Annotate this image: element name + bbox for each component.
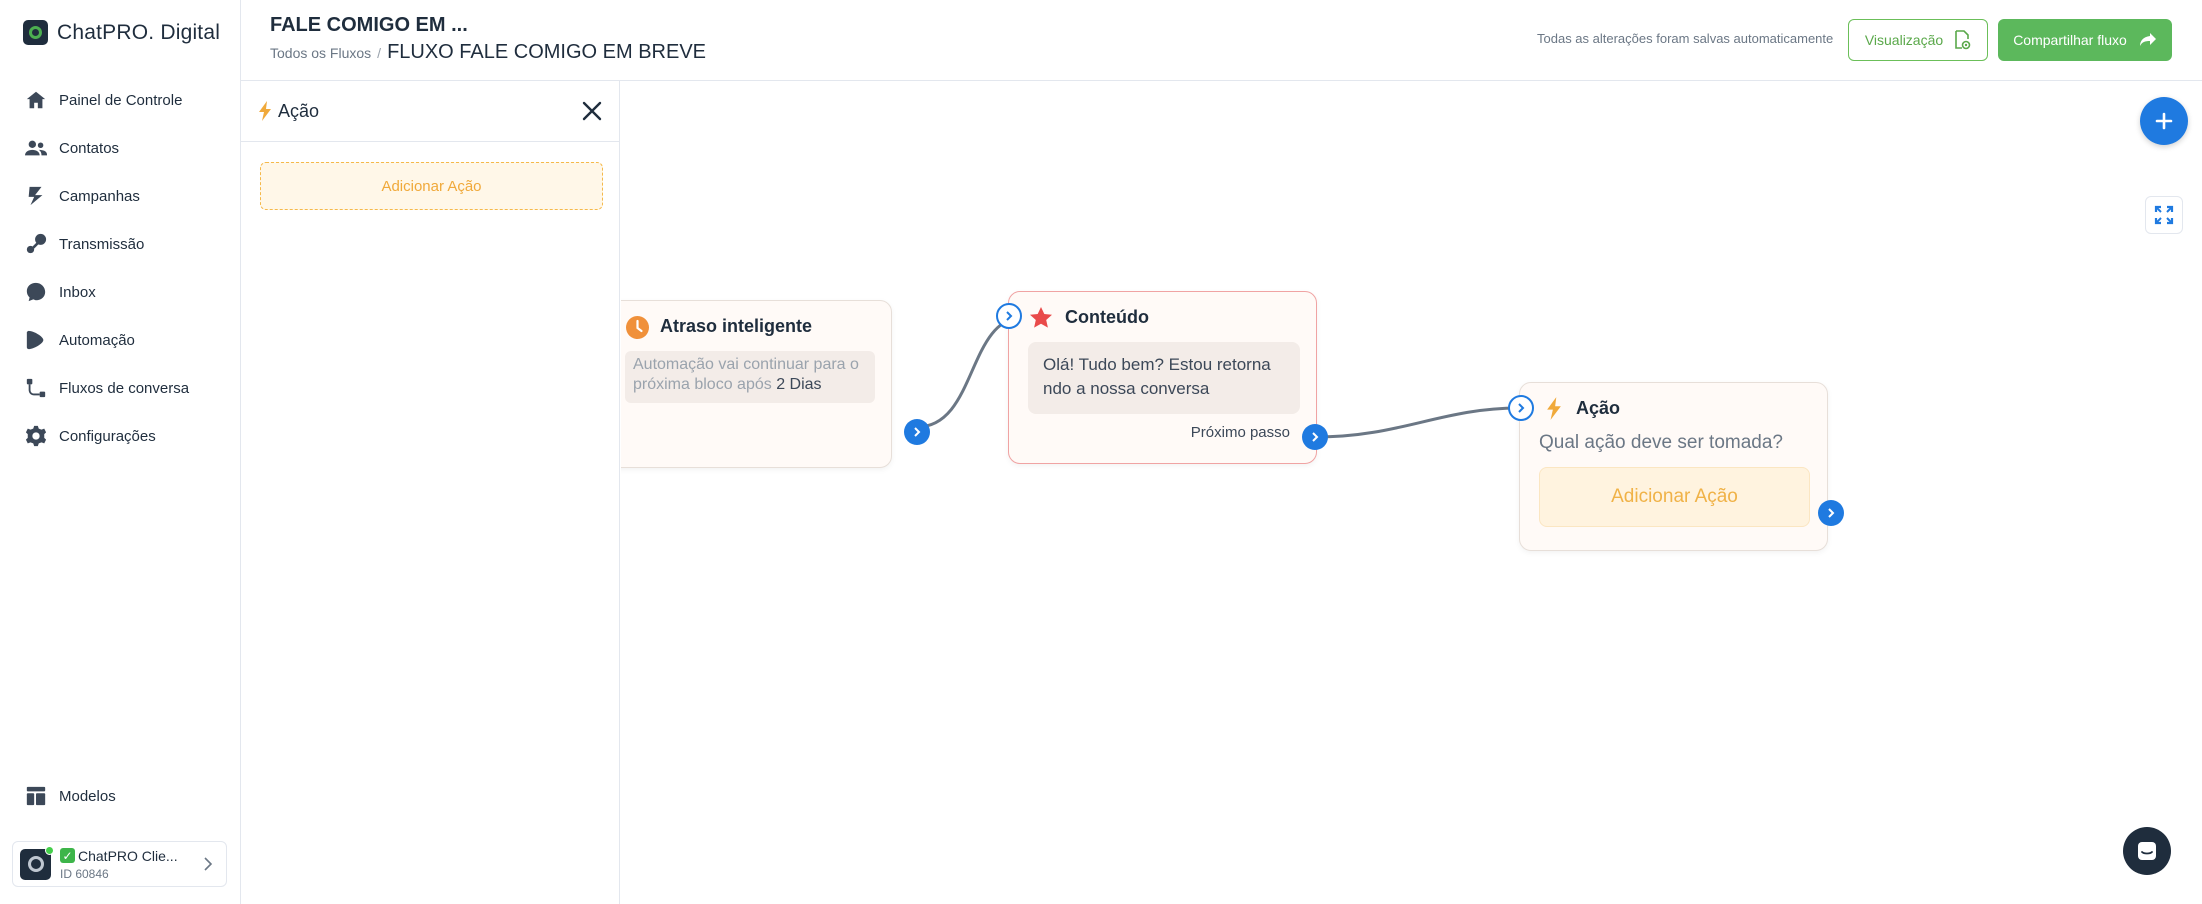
sidebar-item-label: Automação bbox=[59, 331, 135, 349]
content-output-port[interactable] bbox=[1302, 424, 1328, 450]
page-title: FALE COMIGO EM ... bbox=[270, 14, 468, 36]
chat-bubble-icon bbox=[26, 282, 46, 302]
flow-icon bbox=[26, 378, 46, 398]
share-flow-button[interactable]: Compartilhar fluxo bbox=[1998, 19, 2172, 61]
delay-node-description: Automação vai continuar para o próxima b… bbox=[625, 351, 875, 403]
sidebar-item-label: Fluxos de conversa bbox=[59, 379, 190, 397]
account-name-row: ✓ ChatPRO Clie... bbox=[60, 848, 178, 864]
flow-connectors bbox=[916, 315, 1520, 439]
sidebar-item-contacts[interactable]: Contatos bbox=[0, 124, 240, 172]
chevron-right-icon bbox=[1828, 508, 1835, 518]
page-header: FALE COMIGO EM ... Todos os Fluxos / FLU… bbox=[241, 0, 2202, 81]
sidebar-item-label: Inbox bbox=[59, 283, 96, 301]
add-action-button[interactable]: Adicionar Ação bbox=[1539, 467, 1810, 527]
delay-node-title: Atraso inteligente bbox=[660, 316, 813, 336]
sidebar-item-label: Modelos bbox=[59, 787, 116, 805]
templates-icon bbox=[26, 786, 46, 806]
message-bubble: Olá! Tudo bem? Estou retorna ndo a nossa… bbox=[1028, 342, 1300, 414]
brand-logo-icon bbox=[23, 20, 48, 45]
breadcrumb-all-flows-link[interactable]: Todos os Fluxos bbox=[270, 45, 371, 61]
chevron-right-icon bbox=[204, 857, 213, 871]
content-input-port[interactable] bbox=[996, 303, 1022, 329]
broadcast-icon bbox=[26, 233, 47, 254]
sidebar-nav: Painel de Controle Contatos Campanhas Tr… bbox=[0, 76, 240, 460]
panel-header: Ação bbox=[241, 81, 619, 142]
account-id: ID 60846 bbox=[60, 866, 109, 881]
delay-node[interactable]: Atraso inteligente Automação vai continu… bbox=[621, 300, 892, 468]
add-node-button[interactable] bbox=[2140, 97, 2188, 145]
sidebar-item-settings[interactable]: Configurações bbox=[0, 412, 240, 460]
lightning-icon bbox=[259, 101, 271, 121]
chevron-right-icon bbox=[1518, 403, 1525, 413]
share-arrow-icon bbox=[2139, 33, 2156, 46]
sidebar-item-flows[interactable]: Fluxos de conversa bbox=[0, 364, 240, 412]
action-node-title: Ação bbox=[1576, 398, 1621, 418]
breadcrumb-separator: / bbox=[377, 45, 382, 61]
sidebar-item-label: Campanhas bbox=[59, 187, 140, 205]
autosave-status: Todas as alterações foram salvas automat… bbox=[1537, 31, 1834, 46]
sidebar-item-templates[interactable]: Modelos bbox=[0, 772, 240, 820]
avatar bbox=[20, 845, 54, 880]
online-status-dot bbox=[45, 845, 54, 855]
account-text: ✓ ChatPRO Clie... ID 60846 bbox=[60, 848, 178, 881]
expand-icon bbox=[2154, 205, 2174, 225]
automation-icon bbox=[26, 330, 44, 350]
fit-view-button[interactable] bbox=[2145, 196, 2183, 234]
chat-launcher-icon bbox=[2138, 842, 2156, 860]
action-output-port[interactable] bbox=[1818, 500, 1844, 526]
verified-check-icon: ✓ bbox=[60, 848, 75, 863]
account-switcher[interactable]: ✓ ChatPRO Clie... ID 60846 bbox=[12, 841, 227, 887]
action-input-port[interactable] bbox=[1508, 395, 1534, 421]
lightning-icon bbox=[1547, 397, 1561, 420]
sidebar-item-automation[interactable]: Automação bbox=[0, 316, 240, 364]
sidebar-item-label: Contatos bbox=[59, 139, 120, 157]
next-step-label: Próximo passo bbox=[1190, 424, 1290, 441]
action-question: Qual ação deve ser tomada? bbox=[1539, 432, 1783, 453]
delay-output-port[interactable] bbox=[904, 419, 930, 445]
chevron-right-icon bbox=[1312, 432, 1319, 442]
sidebar-bottom: Modelos bbox=[0, 772, 240, 820]
preview-button-label: Visualização bbox=[1864, 32, 1944, 48]
clock-icon bbox=[626, 316, 649, 339]
home-icon bbox=[26, 91, 46, 109]
delay-duration: 2 Dias bbox=[776, 376, 822, 393]
panel-add-action-button[interactable]: Adicionar Ação bbox=[260, 162, 603, 210]
plus-icon bbox=[2155, 112, 2173, 130]
users-icon bbox=[25, 140, 47, 156]
account-name: ChatPRO Clie... bbox=[78, 847, 178, 864]
action-side-panel: Ação Adicionar Ação bbox=[241, 81, 620, 904]
close-icon[interactable] bbox=[581, 100, 603, 122]
panel-title: Ação bbox=[278, 100, 320, 121]
preview-icon bbox=[1955, 30, 1971, 50]
content-node-title: Conteúdo bbox=[1065, 307, 1149, 327]
brand-name: ChatPRO. Digital bbox=[57, 20, 221, 44]
sidebar-item-broadcast[interactable]: Transmissão bbox=[0, 220, 240, 268]
delay-description-text: Automação vai continuar para o próxima b… bbox=[633, 356, 859, 393]
content-node[interactable]: Conteúdo Olá! Tudo bem? Estou retorna nd… bbox=[1008, 291, 1317, 464]
sidebar-item-inbox[interactable]: Inbox bbox=[0, 268, 240, 316]
chevron-right-icon bbox=[1006, 311, 1013, 321]
sidebar-item-dashboard[interactable]: Painel de Controle bbox=[0, 76, 240, 124]
sidebar: ChatPRO. Digital Painel de Controle Cont… bbox=[0, 0, 241, 904]
sidebar-item-label: Painel de Controle bbox=[59, 91, 183, 109]
breadcrumb: Todos os Fluxos / FLUXO FALE COMIGO EM B… bbox=[270, 41, 706, 64]
chat-launcher-button[interactable] bbox=[2123, 827, 2171, 875]
sidebar-item-campaigns[interactable]: Campanhas bbox=[0, 172, 240, 220]
gear-icon bbox=[25, 425, 47, 447]
star-icon bbox=[1030, 307, 1052, 328]
action-node[interactable]: Ação Qual ação deve ser tomada? Adiciona… bbox=[1519, 382, 1828, 551]
share-flow-button-label: Compartilhar fluxo bbox=[2013, 32, 2127, 48]
connector-content-to-action bbox=[1315, 406, 1520, 439]
sidebar-item-label: Configurações bbox=[59, 427, 156, 445]
app-root: ChatPRO. Digital Painel de Controle Cont… bbox=[0, 0, 2202, 904]
preview-button[interactable]: Visualização bbox=[1848, 19, 1988, 61]
sidebar-item-label: Transmissão bbox=[59, 235, 145, 253]
brand[interactable]: ChatPRO. Digital bbox=[23, 20, 220, 45]
megaphone-icon bbox=[28, 186, 43, 206]
flow-canvas[interactable]: Atraso inteligente Automação vai continu… bbox=[621, 81, 2202, 904]
breadcrumb-current-flow[interactable]: FLUXO FALE COMIGO EM BREVE bbox=[387, 41, 706, 64]
chevron-right-icon bbox=[914, 427, 921, 437]
